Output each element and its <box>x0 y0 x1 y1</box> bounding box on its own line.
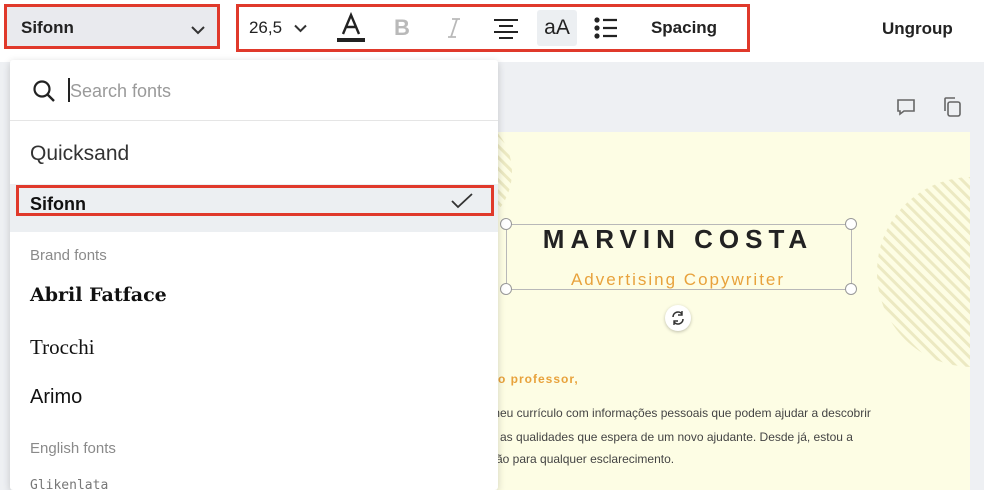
bold-icon: B <box>394 15 410 40</box>
font-option-label: Arimo <box>30 386 83 408</box>
rotate-icon[interactable] <box>665 305 691 331</box>
resume-page[interactable]: MARVIN COSTA Advertising Copywriter ado … <box>482 132 970 490</box>
duplicate-page-icon[interactable] <box>942 96 962 123</box>
chevron-down-icon <box>191 22 205 40</box>
body-line[interactable]: meu currículo com informações pessoais q… <box>490 406 871 420</box>
editor-toolbar: Sifonn 26,5 B aA Spacing Ungroup <box>0 0 984 62</box>
font-option-label: Trocchi <box>30 335 95 359</box>
font-picker-dropdown: Quicksand Sifonn Brand fonts Abril Fatfa… <box>10 60 498 490</box>
resume-role-text[interactable]: Advertising Copywriter <box>506 270 850 290</box>
body-line[interactable]: o as qualidades que espera de um novo aj… <box>490 430 853 444</box>
text-color-button[interactable] <box>333 7 369 49</box>
letter-case-button[interactable]: aA <box>537 10 577 46</box>
font-option-glikenlata[interactable]: Glikenlata <box>10 472 498 490</box>
font-search-bar <box>10 60 498 121</box>
list-button[interactable] <box>591 7 621 49</box>
font-option-label: Sifonn <box>30 194 86 214</box>
font-option-label: Glikenlata <box>30 478 109 490</box>
font-option-sifonn[interactable]: Sifonn <box>10 184 498 232</box>
text-format-toolbar: 26,5 B aA Spacing <box>236 4 750 52</box>
font-option-abril-fatface[interactable]: Abril Fatface <box>10 274 498 320</box>
font-option-quicksand[interactable]: Quicksand <box>10 132 498 178</box>
font-family-value: Sifonn <box>21 18 74 37</box>
body-line[interactable]: ção para qualquer esclarecimento. <box>490 452 674 466</box>
font-family-dropdown[interactable]: Sifonn <box>4 4 220 49</box>
english-fonts-heading: English fonts <box>30 440 116 457</box>
brand-fonts-heading: Brand fonts <box>30 247 107 264</box>
checkmark-icon <box>450 192 474 215</box>
font-option-label: Abril Fatface <box>30 284 167 306</box>
font-search-input[interactable] <box>68 76 472 106</box>
bold-button[interactable]: B <box>387 7 417 49</box>
text-color-icon <box>336 12 366 44</box>
text-cursor <box>68 78 70 102</box>
spacing-button[interactable]: Spacing <box>639 7 729 49</box>
chevron-down-icon <box>294 24 307 33</box>
bulleted-list-icon <box>594 17 618 39</box>
resume-name-text[interactable]: MARVIN COSTA <box>506 224 850 255</box>
selection-highlight <box>16 185 494 216</box>
font-size-value: 26,5 <box>248 18 283 37</box>
search-icon <box>32 79 56 108</box>
align-center-icon <box>493 17 519 39</box>
font-option-arimo[interactable]: Arimo <box>10 376 498 422</box>
letter-case-label: aA <box>544 16 570 39</box>
italic-icon <box>446 17 462 39</box>
italic-button[interactable] <box>439 7 469 49</box>
ungroup-button[interactable]: Ungroup <box>882 19 953 39</box>
font-option-trocchi[interactable]: Trocchi <box>10 325 498 371</box>
comment-icon[interactable] <box>896 98 916 121</box>
font-option-label: Quicksand <box>30 142 130 165</box>
font-size-dropdown[interactable]: 26,5 <box>243 7 313 49</box>
align-center-button[interactable] <box>489 7 523 49</box>
spacing-label: Spacing <box>650 18 718 37</box>
